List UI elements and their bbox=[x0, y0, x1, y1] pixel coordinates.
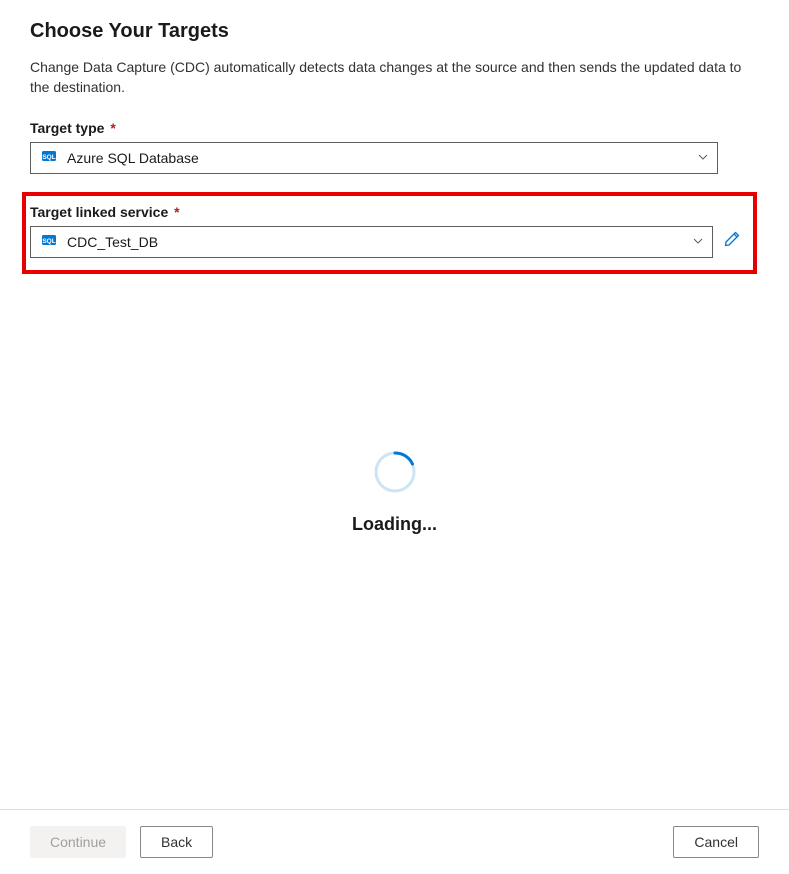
target-linked-service-highlight: Target linked service * SQL CDC_Test_DB bbox=[22, 192, 757, 274]
cancel-button[interactable]: Cancel bbox=[673, 826, 759, 858]
target-linked-service-label: Target linked service * bbox=[30, 204, 713, 220]
required-asterisk-icon: * bbox=[110, 120, 115, 136]
target-type-dropdown[interactable]: SQL Azure SQL Database bbox=[30, 142, 718, 174]
loading-section: Loading... bbox=[0, 450, 789, 535]
loading-text: Loading... bbox=[352, 514, 437, 535]
azure-sql-icon: SQL bbox=[41, 148, 57, 167]
footer: Continue Back Cancel bbox=[0, 809, 789, 874]
page-description: Change Data Capture (CDC) automatically … bbox=[30, 57, 759, 98]
continue-button: Continue bbox=[30, 826, 126, 858]
target-linked-service-label-text: Target linked service bbox=[30, 204, 168, 220]
azure-sql-icon: SQL bbox=[41, 232, 57, 251]
target-type-value: Azure SQL Database bbox=[67, 150, 697, 166]
svg-text:SQL: SQL bbox=[42, 154, 55, 161]
required-asterisk-icon: * bbox=[174, 204, 179, 220]
target-linked-service-value: CDC_Test_DB bbox=[67, 234, 692, 250]
target-type-field: Target type * SQL Azure SQL Database bbox=[30, 120, 759, 174]
chevron-down-icon bbox=[692, 234, 704, 250]
target-linked-service-dropdown[interactable]: SQL CDC_Test_DB bbox=[30, 226, 713, 258]
spinner-icon bbox=[373, 450, 417, 494]
back-button[interactable]: Back bbox=[140, 826, 213, 858]
pencil-icon[interactable] bbox=[723, 230, 741, 253]
page-title: Choose Your Targets bbox=[30, 20, 759, 43]
chevron-down-icon bbox=[697, 150, 709, 166]
target-type-label: Target type * bbox=[30, 120, 759, 136]
svg-text:SQL: SQL bbox=[42, 238, 55, 245]
target-type-label-text: Target type bbox=[30, 120, 104, 136]
